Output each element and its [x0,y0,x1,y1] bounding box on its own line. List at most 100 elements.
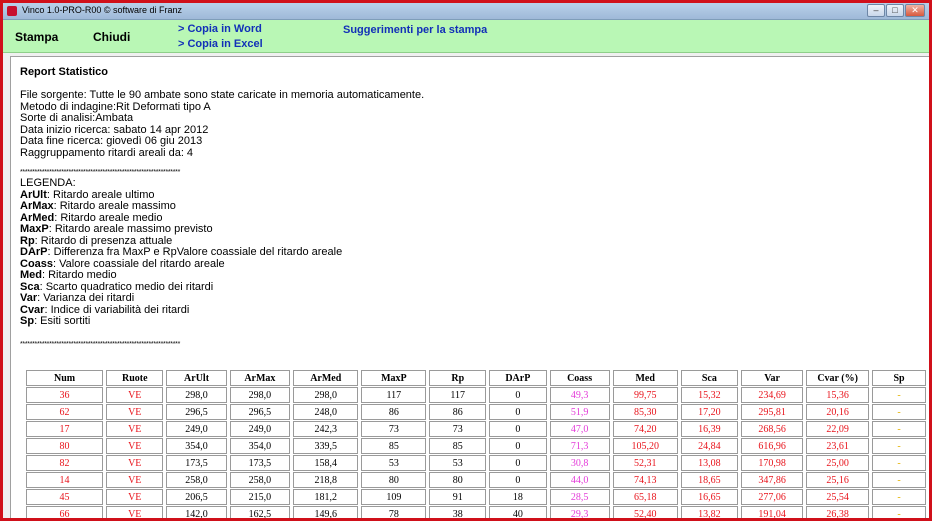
suggerimenti-link[interactable]: Suggerimenti per la stampa [343,24,487,36]
column-header[interactable]: Var [740,370,804,386]
table-cell: 296,5 [229,404,291,420]
table-cell: 249,0 [166,421,227,437]
column-header[interactable]: Coass [549,370,610,386]
table-cell: 16,39 [680,421,738,437]
info-line: Metodo di indagine:Rit Deformati tipo A [20,100,211,113]
legend-desc: : Ritardo areale medio [54,211,163,224]
info-line: File sorgente: Tutte le 90 ambate sono s… [20,89,425,101]
table-cell: 173,5 [229,455,291,471]
table-cell: 25,00 [806,455,870,471]
table-row[interactable]: 66 VE 142,0 162,5 149,6 78 38 40 29,3 52,40 13,82 1… [26,506,926,518]
table-cell: 117 [429,387,487,403]
column-header[interactable]: Sp [872,370,926,386]
legend-item: Sca: Scarto quadratico medio dei ritardi [20,280,920,294]
table-cell: 298,0 [229,387,291,403]
table-row[interactable]: 36 VE 298,0 298,0 298,0 117 117 0 49,3 99,75 15,32… [26,387,926,403]
legend-desc: : Scarto quadratico medio dei ritardi [39,280,214,293]
legend-key: Med [20,269,42,281]
table-cell: 206,5 [166,489,227,505]
table-cell: 52,31 [612,455,678,471]
table-cell: - [872,455,926,471]
table-cell: 158,4 [293,455,359,471]
table-cell: 47,0 [549,421,610,437]
table-cell: 296,5 [166,404,227,420]
table-cell: 24,84 [680,438,738,454]
table-cell: 0 [489,404,547,420]
legend-desc: : Indice di variabilità dei ritardi [44,303,190,316]
table-cell: 38 [429,506,487,518]
table-cell: 40 [489,506,547,518]
column-header[interactable]: Med [612,370,678,386]
table-row[interactable]: 17 VE 249,0 249,0 242,3 73 73 0 47,0 74,20 16,39 26… [26,421,926,437]
table-cell: VE [106,489,164,505]
stampa-button[interactable]: Stampa [15,30,58,44]
stats-table: Num Ruote ArUlt ArMax ArMed MaxP Rp DArP Coass Me… [23,369,929,518]
table-cell: 298,0 [293,387,359,403]
minimize-button[interactable]: – [867,4,885,17]
window-controls: – □ ✕ [867,4,925,17]
table-cell: 0 [489,421,547,437]
column-header[interactable]: DArP [489,370,547,386]
table-cell: VE [106,438,164,454]
table-cell: 117 [361,387,427,403]
maximize-button[interactable]: □ [886,4,904,17]
table-cell: 53 [429,455,487,471]
table-cell: 52,40 [612,506,678,518]
table-cell: 28,5 [549,489,610,505]
table-cell: 149,6 [293,506,359,518]
column-header[interactable]: MaxP [361,370,427,386]
table-cell: 277,06 [740,489,804,505]
table-cell: VE [106,455,164,471]
table-cell: 181,2 [293,489,359,505]
table-cell: 105,20 [612,438,678,454]
table-cell: 234,69 [740,387,804,403]
table-cell: - [872,438,926,454]
table-cell: 258,0 [166,472,227,488]
legend-desc: : Ritardo areale massimo previsto [48,223,213,235]
column-header[interactable]: Cvar (%) [806,370,870,386]
toolbar: Stampa Chiudi > Copia in Word > Copia in… [3,20,929,53]
title-bar[interactable]: Vinco 1.0-PRO-R00 © software di Franz – … [3,3,929,20]
table-cell: - [872,506,926,518]
table-row[interactable]: 82 VE 173,5 173,5 158,4 53 53 0 30,8 52,31 13,08 17… [26,455,926,471]
column-header[interactable]: Num [26,370,104,386]
table-row[interactable]: 14 VE 258,0 258,0 218,8 80 80 0 44,0 74,13 18,65 34… [26,472,926,488]
column-header[interactable]: Ruote [106,370,164,386]
column-header[interactable]: Rp [429,370,487,386]
table-cell: 0 [489,438,547,454]
table-cell: - [872,472,926,488]
table-cell: 26,38 [806,506,870,518]
table-cell: 339,5 [293,438,359,454]
info-line: Data fine ricerca: giovedì 06 giu 2013 [20,135,203,147]
legend-item: Sp: Esiti sortiti [20,315,920,328]
copia-excel-link[interactable]: > Copia in Excel [178,38,263,50]
table-cell: 44,0 [549,472,610,488]
legend-key: Coass [20,257,54,270]
column-header[interactable]: ArMax [229,370,291,386]
chiudi-button[interactable]: Chiudi [93,30,130,44]
table-cell: 36 [26,387,104,403]
copia-word-link[interactable]: > Copia in Word [178,23,262,35]
column-header[interactable]: ArMed [293,370,359,386]
table-cell: 22,09 [806,421,870,437]
table-cell: 78 [361,506,427,518]
table-cell: 17 [26,421,104,437]
table-row[interactable]: 45 VE 206,5 215,0 181,2 109 91 18 28,5 65,18 16,65… [26,489,926,505]
table-cell: 53 [361,455,427,471]
table-cell: 616,96 [740,438,804,454]
legend: ArUlt: Ritardo areale ultimo ArMax: Ritar… [20,189,920,328]
close-window-button[interactable]: ✕ [905,4,925,17]
legend-key: Sp [20,315,35,327]
column-header[interactable]: Sca [680,370,738,386]
report-info: File sorgente: Tutte le 90 ambate sono s… [20,89,920,159]
column-header[interactable]: ArUlt [166,370,227,386]
table-cell: 0 [489,387,547,403]
table-cell: 0 [489,472,547,488]
legend-desc: : Esiti sortiti [34,315,91,327]
table-row[interactable]: 62 VE 296,5 296,5 248,0 86 86 0 51,9 85,30 17,20 29… [26,404,926,420]
info-line: Raggruppamento ritardi areali da: 4 [20,146,194,159]
report-content[interactable]: Report Statistico File sorgente: Tutte l… [10,56,929,518]
table-cell: 142,0 [166,506,227,518]
table-cell: VE [106,472,164,488]
table-row[interactable]: 80 VE 354,0 354,0 339,5 85 85 0 71,3 105,20 24,84 6… [26,438,926,454]
